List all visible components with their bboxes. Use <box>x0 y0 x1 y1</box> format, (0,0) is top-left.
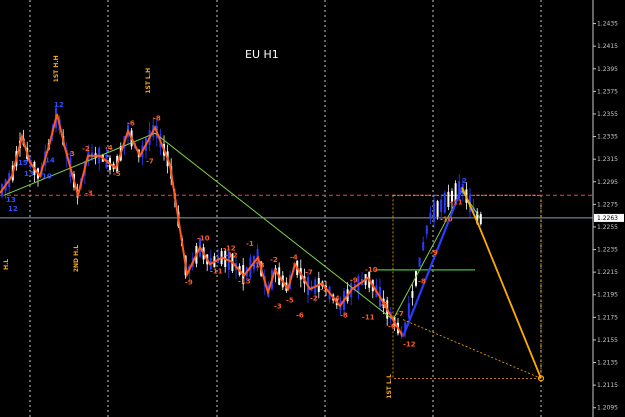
wave-label: 12 <box>8 205 18 213</box>
price-tick-label: 1.2195 <box>597 292 618 299</box>
wave-label: -3 <box>320 285 328 293</box>
wave-label: 15 <box>18 159 28 167</box>
candle-body <box>443 192 446 213</box>
price-tick-label: 1.2255 <box>597 224 618 231</box>
candle-body <box>407 303 410 318</box>
price-tick-label: 1.2315 <box>597 156 618 163</box>
wave-label: -13 <box>252 262 265 270</box>
price-tick-label: 1.2115 <box>597 382 618 389</box>
wave-label: -11 <box>450 198 463 206</box>
price-tick-label: 1.2275 <box>597 201 618 208</box>
wave-label: -4 <box>105 144 113 152</box>
wave-label: -5 <box>380 301 388 309</box>
vertical-label: 1ST H.H <box>53 55 60 82</box>
candle-body <box>418 257 421 267</box>
price-tick-label: 1.2295 <box>597 179 618 186</box>
wave-label: -6 <box>127 119 135 127</box>
price-axis-background <box>593 0 625 417</box>
price-chart: 1315 1412121013-3-2-3-4-5-6-7-8-9-10-11-1… <box>0 0 625 417</box>
wave-label: -5 <box>286 297 294 305</box>
wave-label: -2 <box>82 145 90 153</box>
current-price-label: 1.2263 <box>597 215 618 222</box>
candle-body <box>422 242 425 251</box>
wave-label: -10 <box>197 235 210 243</box>
price-tick-label: 1.2155 <box>597 337 618 344</box>
price-tick-label: 1.2175 <box>597 314 618 321</box>
wave-label: -12 <box>403 341 416 349</box>
wave-label: -12 <box>225 251 238 259</box>
price-tick-label: 1.2235 <box>597 247 618 254</box>
wave-label: -11 <box>362 314 375 322</box>
candle-body <box>433 202 435 222</box>
price-tick-label: 1.2215 <box>597 269 618 276</box>
price-tick-label: 1.2135 <box>597 360 618 367</box>
vertical-label: 1ST L.H <box>145 68 152 94</box>
wave-label: -10 <box>440 215 453 223</box>
candle-body <box>440 199 443 213</box>
candle-body <box>436 201 439 217</box>
wave-label: -11 <box>210 267 223 275</box>
chart-title: EU H1 <box>245 48 279 61</box>
wave-label: -8 <box>418 277 426 285</box>
wave-label: -3 <box>85 189 93 197</box>
vertical-label: 2ND H.L <box>73 245 80 273</box>
price-tick-label: 1.2095 <box>597 405 618 412</box>
wave-label: -2 <box>310 294 318 302</box>
wave-label: -5 <box>113 170 121 178</box>
wave-label: -3 <box>274 302 282 310</box>
wave-label: 2 <box>462 177 467 185</box>
wave-label: -6 <box>388 323 396 331</box>
wave-label: 14 <box>45 157 55 165</box>
vertical-label: H.L <box>3 259 10 270</box>
wave-label: -9 <box>350 276 358 284</box>
wave-label: -4 <box>332 294 340 302</box>
price-tick-label: 1.2355 <box>597 111 618 118</box>
wave-label: -9 <box>185 279 193 287</box>
wave-label: -2 <box>270 256 278 264</box>
wave-label: -3 <box>67 150 75 158</box>
price-tick-label: 1.2395 <box>597 66 618 73</box>
wave-label: -7 <box>305 268 313 276</box>
wave-label: 12 <box>54 101 64 109</box>
wave-label: -7 <box>396 310 404 318</box>
wave-label: -6 <box>296 311 304 319</box>
price-tick-label: 1.2435 <box>597 21 618 28</box>
wave-label: 13 <box>24 170 34 178</box>
price-tick-label: 1.2415 <box>597 43 618 50</box>
wave-label: -13 <box>238 277 251 285</box>
wave-label: 13 <box>6 196 16 204</box>
price-tick-label: 1.2375 <box>597 88 618 95</box>
wave-label: -8 <box>340 311 348 319</box>
wave-label: -7 <box>146 158 154 166</box>
wave-label: -10 <box>365 266 378 274</box>
wave-label: 10 <box>42 172 52 180</box>
wave-label: -4 <box>290 254 298 262</box>
candle-body <box>425 225 428 235</box>
candle-body <box>429 212 432 218</box>
wave-label: -9 <box>430 249 438 257</box>
wave-label: -8 <box>153 115 161 123</box>
vertical-label: 1ST L.L <box>386 374 393 399</box>
price-axis: 1.2435 1.2415 1.2395 1.2375 1.2355 1.2335 1.23… <box>592 0 625 417</box>
price-tick-label: 1.2335 <box>597 134 618 141</box>
candle-body <box>411 291 414 298</box>
wave-label: -1 <box>246 240 254 248</box>
candle-body <box>479 213 482 225</box>
